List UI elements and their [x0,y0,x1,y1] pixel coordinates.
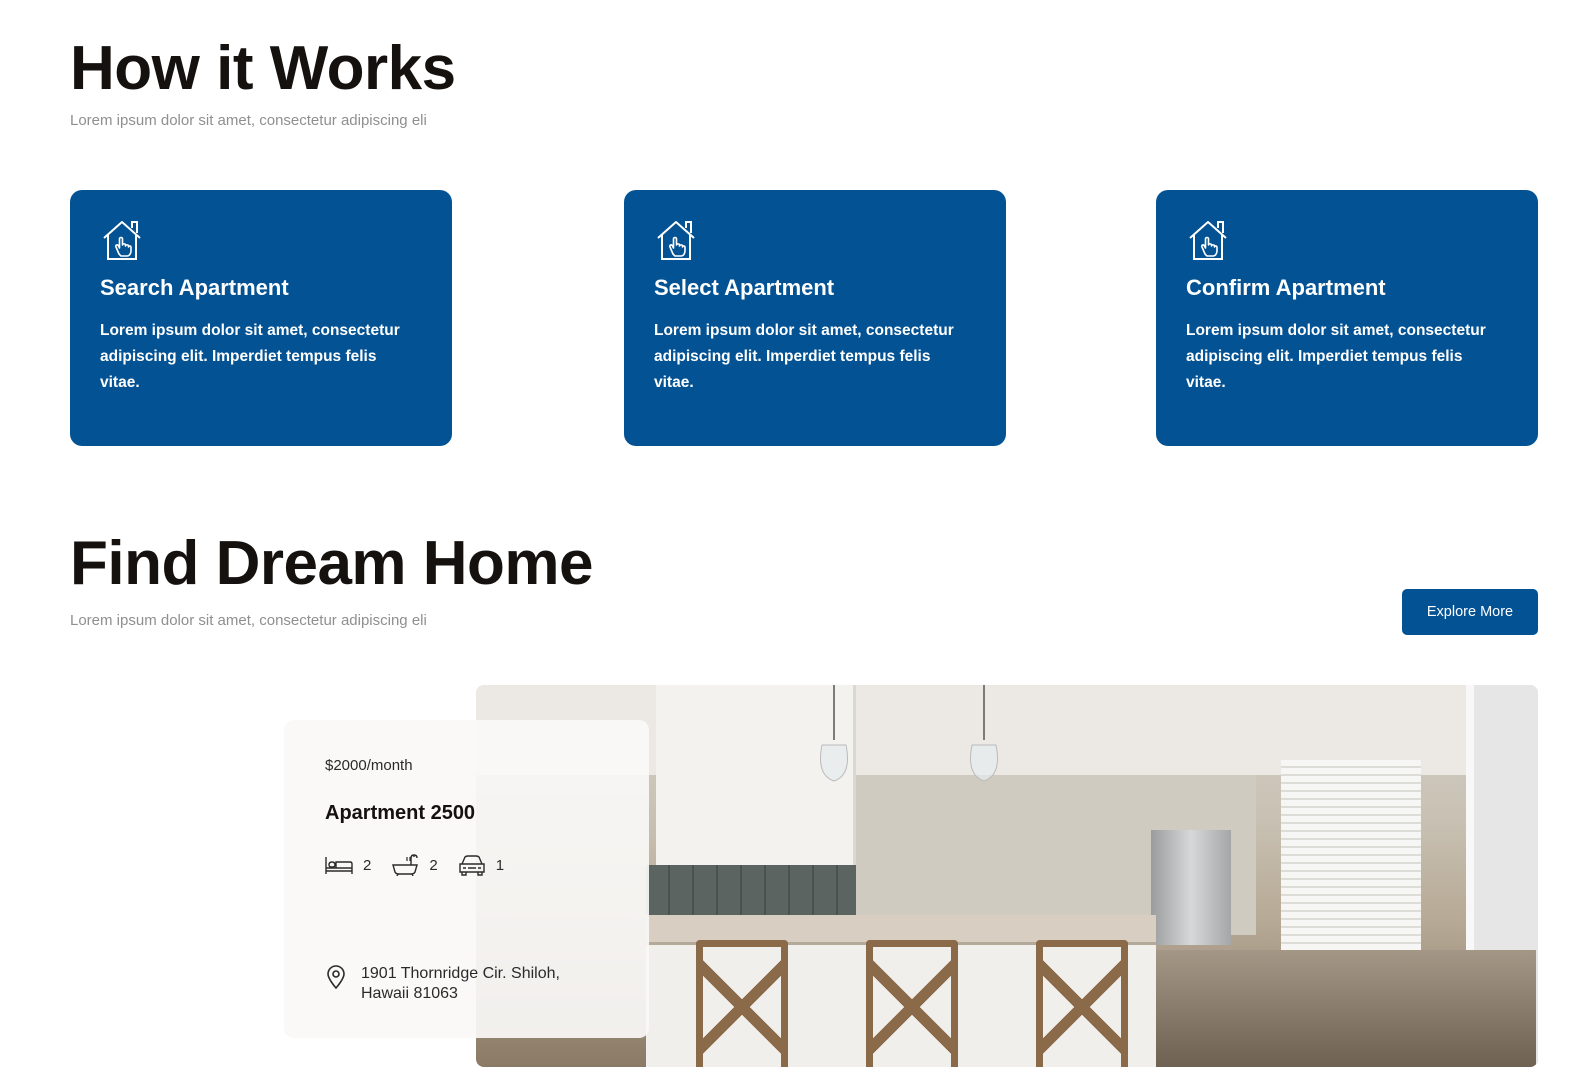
step-card-text: Lorem ipsum dolor sit amet, consectetur … [100,322,400,392]
bedrooms-count: 2 [363,856,372,874]
step-card-select: Select Apartment Lorem ipsum dolor sit a… [624,190,1006,446]
how-it-works-title: How it Works [70,34,456,103]
listing-features: 2 2 1 [325,853,649,877]
house-pointer-icon [657,221,695,260]
step-card-text: Lorem ipsum dolor sit amet, consectetur … [654,322,954,392]
step-card-search: Search Apartment Lorem ipsum dolor sit a… [70,190,452,446]
how-it-works-subtitle: Lorem ipsum dolor sit amet, consectetur … [70,112,427,129]
bathrooms-count: 2 [429,856,438,874]
bed-icon [325,857,353,874]
pendant-light [820,685,848,782]
photo-stool [1036,940,1128,1067]
house-pointer-icon [103,221,141,260]
listing-address: 1901 Thornridge Cir. Shiloh, Hawaii 8106… [325,964,601,1004]
step-card-title: Search Apartment [100,275,289,300]
parking-feature: 1 [458,854,504,876]
step-card-title: Confirm Apartment [1186,275,1386,300]
listing-name: Apartment 2500 [325,802,476,824]
page: How it Works Lorem ipsum dolor sit amet,… [0,0,1581,1086]
photo-fridge [1151,830,1231,945]
explore-more-button[interactable]: Explore More [1402,589,1538,635]
find-home-subtitle: Lorem ipsum dolor sit amet, consectetur … [70,612,427,629]
listing-price: $2000/month [325,757,413,774]
location-pin-icon [327,965,345,990]
photo-stool [696,940,788,1067]
find-home-title: Find Dream Home [70,529,594,598]
house-pointer-icon [1189,221,1227,260]
listing-address-text: 1901 Thornridge Cir. Shiloh, Hawaii 8106… [361,965,560,1002]
photo-stool [866,940,958,1067]
photo-window [1281,760,1421,950]
step-card-title: Select Apartment [654,275,835,300]
listing-card[interactable]: $2000/month Apartment 2500 2 2 1 1901 Th… [284,720,649,1038]
bathtub-icon [392,854,419,876]
photo-backsplash [646,865,856,920]
parking-count: 1 [495,856,505,874]
step-card-confirm: Confirm Apartment Lorem ipsum dolor sit … [1156,190,1538,446]
bathrooms-feature: 2 [391,854,438,876]
car-icon [458,855,485,876]
bedrooms-feature: 2 [325,855,371,875]
step-card-text: Lorem ipsum dolor sit amet, consectetur … [1186,322,1486,392]
photo-floor [1156,950,1536,1067]
pendant-light [970,685,998,782]
